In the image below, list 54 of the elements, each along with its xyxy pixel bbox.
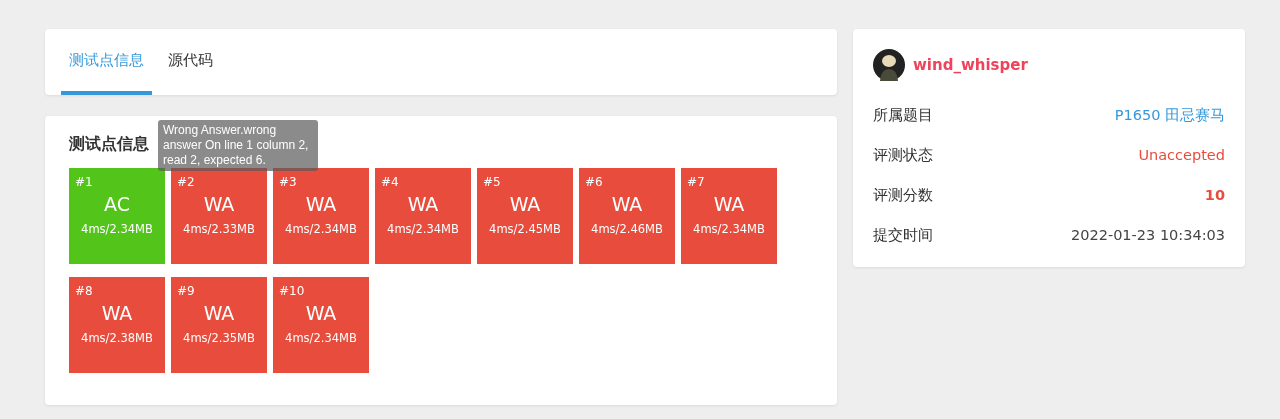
resource-usage: 4ms/2.35MB — [183, 331, 255, 345]
resource-usage: 4ms/2.34MB — [387, 222, 459, 236]
verdict: WA — [611, 193, 643, 215]
field-label: 评测分数 — [873, 185, 933, 205]
tab[interactable]: 测试点信息 — [61, 29, 152, 95]
resource-usage: 4ms/2.33MB — [183, 222, 255, 236]
testcase-tile[interactable]: #8 WA 4ms/2.38MB — [69, 277, 165, 373]
field-value: 10 — [1204, 187, 1225, 203]
resource-usage: 4ms/2.34MB — [285, 331, 357, 345]
verdict: AC — [104, 193, 130, 215]
field-value: 2022-01-23 10:34:03 — [1071, 227, 1225, 243]
field-value[interactable]: P1650 田忌赛马 — [1114, 105, 1225, 125]
field-value: Unaccepted — [1138, 147, 1225, 163]
resource-usage: 4ms/2.34MB — [81, 222, 153, 236]
resource-usage: 4ms/2.45MB — [489, 222, 561, 236]
verdict: WA — [509, 193, 541, 215]
avatar[interactable] — [873, 49, 905, 81]
verdict: WA — [305, 302, 337, 324]
testcase-number: #3 — [279, 175, 297, 189]
testcase-number: #7 — [687, 175, 705, 189]
resource-usage: 4ms/2.38MB — [81, 331, 153, 345]
section-title: 测试点信息 — [69, 134, 149, 155]
field-label: 所属题目 — [873, 105, 933, 125]
resource-usage: 4ms/2.34MB — [693, 222, 765, 236]
testcase-number: #4 — [381, 175, 399, 189]
verdict: WA — [203, 193, 235, 215]
verdict: WA — [407, 193, 439, 215]
verdict: WA — [101, 302, 133, 324]
testcase-number: #1 — [75, 175, 93, 189]
resource-usage: 4ms/2.34MB — [285, 222, 357, 236]
testcase-number: #2 — [177, 175, 195, 189]
username[interactable]: wind_whisper — [913, 56, 1028, 74]
testcase-tile[interactable]: #2 WA 4ms/2.33MB — [171, 168, 267, 264]
testcase-number: #9 — [177, 284, 195, 298]
testcase-tile[interactable]: #10 WA 4ms/2.34MB — [273, 277, 369, 373]
testcase-number: #10 — [279, 284, 305, 298]
verdict: WA — [713, 193, 745, 215]
verdict: WA — [203, 302, 235, 324]
testcase-number: #6 — [585, 175, 603, 189]
field-label: 评测状态 — [873, 145, 933, 165]
testcase-tile[interactable]: #1 AC 4ms/2.34MB — [69, 168, 165, 264]
tab[interactable]: 源代码 — [160, 29, 221, 95]
testcase-number: #5 — [483, 175, 501, 189]
testcase-tile[interactable]: #6 WA 4ms/2.46MB — [579, 168, 675, 264]
field-label: 提交时间 — [873, 225, 933, 245]
testcase-tile[interactable]: #3 WA 4ms/2.34MB — [273, 168, 369, 264]
resource-usage: 4ms/2.46MB — [591, 222, 663, 236]
testcase-tile[interactable]: #4 WA 4ms/2.34MB — [375, 168, 471, 264]
testcase-tile[interactable]: #9 WA 4ms/2.35MB — [171, 277, 267, 373]
testcase-tile[interactable]: #7 WA 4ms/2.34MB — [681, 168, 777, 264]
tooltip: Wrong Answer.wrong answer On line 1 column 2, read 2, expected 6. — [158, 120, 318, 171]
testcase-number: #8 — [75, 284, 93, 298]
verdict: WA — [305, 193, 337, 215]
testcase-tile[interactable]: #5 WA 4ms/2.45MB — [477, 168, 573, 264]
